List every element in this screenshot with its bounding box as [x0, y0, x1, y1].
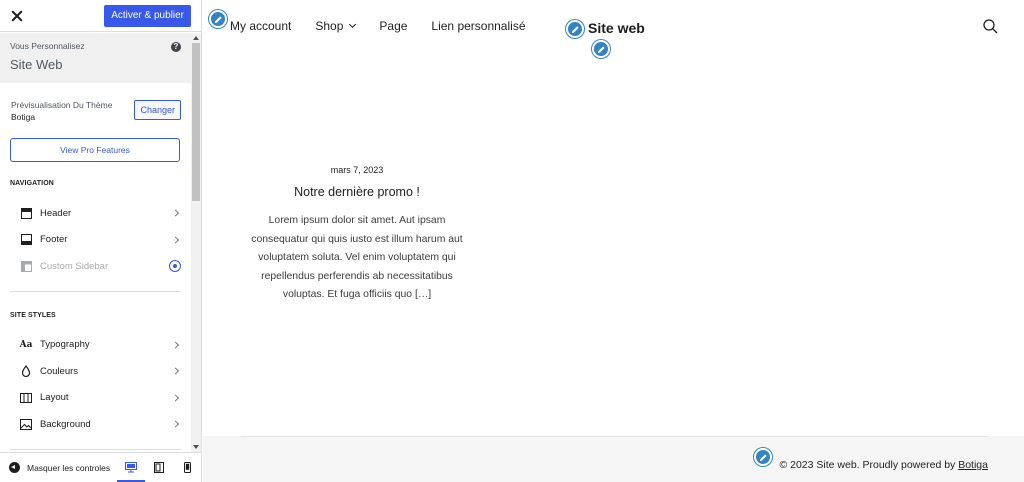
chevron-right-icon [171, 341, 180, 349]
nav-item-page[interactable]: Page [379, 19, 407, 33]
navigation-menu: Header Footer Custom Sidebar [0, 200, 191, 280]
customized-site-title: Site Web [10, 57, 63, 72]
hide-controls-label: Masquer les controles [27, 462, 111, 473]
desktop-preview-button[interactable] [117, 453, 145, 482]
section-divider [10, 290, 181, 292]
nav-item-shop[interactable]: Shop [315, 19, 357, 33]
layout-icon [20, 392, 32, 404]
menu-item-typography[interactable]: Aa Typography [0, 332, 191, 359]
menu-item-background[interactable]: Background [0, 411, 191, 438]
site-title[interactable]: Site web [588, 20, 645, 36]
menu-item-colors[interactable]: Couleurs [0, 358, 191, 385]
change-theme-button[interactable]: Changer [134, 100, 181, 120]
chevron-right-icon [171, 209, 180, 217]
menu-item-layout[interactable]: Layout [0, 385, 191, 412]
footer-icon [20, 234, 32, 246]
site-preview: My account Shop Page Lien personnalisé S… [203, 0, 1024, 482]
view-pro-features-button[interactable]: View Pro Features [10, 138, 180, 162]
footer-credit: © 2023 Site web. Proudly powered by Boti… [779, 459, 988, 471]
sidebar-icon [20, 260, 32, 272]
menu-item-label: Footer [40, 234, 68, 246]
pro-feature-radio-icon [169, 260, 181, 273]
mobile-preview-button[interactable] [173, 453, 201, 482]
post-excerpt: Lorem ipsum dolor sit amet. Aut ipsam co… [251, 215, 463, 300]
menu-item-label: Header [40, 207, 72, 219]
edit-footer-pencil-icon[interactable] [754, 448, 772, 466]
desktop-icon [125, 462, 137, 473]
scroll-up-icon[interactable] [193, 36, 199, 40]
search-icon[interactable] [983, 19, 998, 39]
sidebar-header: Activer & publier [0, 0, 201, 32]
menu-item-footer[interactable]: Footer [0, 227, 191, 254]
customizer-panel: Vous Personnalisez Site Web ? Prévisuali… [0, 33, 191, 452]
menu-item-label: Custom Sidebar [40, 260, 109, 272]
edit-menu-pencil-icon[interactable] [209, 10, 227, 28]
chevron-right-icon [171, 394, 180, 402]
tablet-preview-button[interactable] [145, 453, 173, 482]
nav-item-custom-link[interactable]: Lien personnalisé [431, 19, 525, 33]
you-customize-label: Vous Personnalisez [10, 41, 85, 51]
chevron-down-icon [349, 20, 357, 29]
edit-site-title-pencil-icon[interactable] [566, 20, 584, 38]
collapse-icon [9, 462, 20, 473]
nav-item-label: Shop [315, 19, 344, 33]
blog-post: mars 7, 2023 Notre dernière promo ! Lore… [239, 165, 475, 305]
site-styles-heading: SITE STYLES [10, 311, 56, 319]
mobile-icon [183, 462, 191, 473]
theme-name: Botiga [11, 112, 36, 122]
scroll-down-icon[interactable] [193, 445, 199, 449]
menu-item-label: Couleurs [40, 365, 79, 377]
section-divider [10, 448, 181, 450]
navigation-heading: NAVIGATION [10, 180, 54, 187]
close-icon[interactable] [11, 10, 23, 22]
tablet-icon [154, 462, 164, 473]
theme-preview: Prévisualisation Du Thème Botiga Changer [0, 83, 191, 123]
site-styles-menu: Aa Typography Couleurs Layout Background [0, 332, 191, 438]
chevron-right-icon [171, 367, 180, 375]
post-title[interactable]: Notre dernière promo ! [239, 185, 475, 199]
image-icon [20, 418, 32, 430]
sidebar-scrollbar[interactable] [191, 33, 201, 452]
footer-divider [241, 436, 988, 437]
chevron-right-icon [171, 236, 180, 244]
hide-controls-button[interactable]: Masquer les controles [0, 453, 117, 482]
publish-button[interactable]: Activer & publier [104, 4, 191, 27]
menu-item-label: Background [40, 418, 91, 430]
scrollbar-thumb[interactable] [192, 43, 200, 201]
color-drop-icon [20, 365, 32, 378]
menu-item-custom-sidebar[interactable]: Custom Sidebar [0, 253, 191, 280]
theme-credit-link[interactable]: Botiga [958, 459, 988, 471]
menu-item-label: Layout [40, 392, 69, 404]
site-footer: © 2023 Site web. Proudly powered by Boti… [203, 436, 1024, 482]
nav-item-my-account[interactable]: My account [230, 19, 291, 33]
primary-menu: My account Shop Page Lien personnalisé [230, 19, 550, 33]
edit-tagline-pencil-icon[interactable] [592, 40, 610, 58]
help-icon[interactable]: ? [171, 42, 181, 52]
sidebar-footer: Masquer les controles [0, 452, 201, 482]
menu-item-label: Typography [40, 339, 90, 351]
customizer-sidebar: Activer & publier Vous Personnalisez Sit… [0, 0, 202, 482]
post-date[interactable]: mars 7, 2023 [239, 165, 475, 175]
credit-text: © 2023 Site web. Proudly powered by [779, 459, 959, 471]
customize-info: Vous Personnalisez Site Web ? [0, 33, 191, 83]
menu-item-header[interactable]: Header [0, 200, 191, 227]
header-icon [20, 207, 32, 219]
typography-icon: Aa [19, 339, 33, 350]
chevron-right-icon [171, 420, 180, 428]
theme-preview-label: Prévisualisation Du Thème [11, 100, 113, 110]
